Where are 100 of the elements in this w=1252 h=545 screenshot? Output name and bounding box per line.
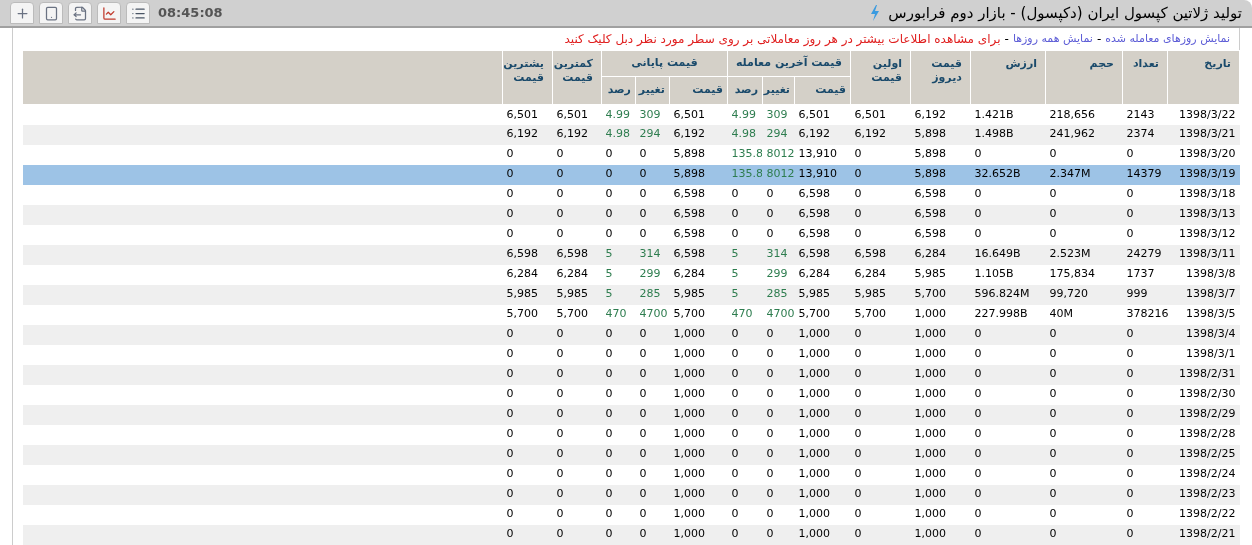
table-cell: 0 [601,324,636,345]
table-row[interactable]: 0 0 0 0 1,000 0 0 1,000 0 1,000 0 0 0 1398/2/23 [22,484,1240,505]
table-cell: 0 [1045,144,1123,165]
table-cell: 1,000 [910,504,971,525]
table-cell: 0 [601,384,636,405]
toolbar-button[interactable] [10,2,34,24]
table-cell: 4.98 [727,124,763,145]
table-cell: 5,985 [850,284,911,305]
toolbar-button[interactable] [68,2,92,24]
table-cell: 0 [502,144,553,165]
table-cell: 0 [970,344,1046,365]
table-cell: 0 [850,504,911,525]
table-cell: 0 [502,484,553,505]
table-row[interactable]: 0 0 0 0 1,000 0 0 1,000 0 1,000 0 0 0 1398/2/25 [22,444,1240,465]
table-cell: 0 [502,344,553,365]
separator-dash: - [1004,31,1009,48]
table-cell: 6,598 [794,184,851,205]
table-cell: 1,000 [669,524,728,545]
table-cell: 6,284 [910,244,971,265]
table-cell: 0 [762,444,795,465]
table-row[interactable]: 0 0 0 0 1,000 0 0 1,000 0 1,000 0 0 0 1398/2/22 [22,504,1240,525]
toolbar-button[interactable] [126,2,150,24]
column-header: کمترین قیمت [552,50,602,105]
table-cell: 1,000 [794,344,851,365]
table-cell: 0 [1122,144,1168,165]
table-cell: 0 [850,384,911,405]
table-cell: 1,000 [669,484,728,505]
table-cell: 6,284 [502,264,553,285]
filter-link[interactable]: نمایش همه روزها [1012,28,1093,50]
table-cell: 8012 [762,164,795,185]
table-row[interactable]: 0 0 0 0 1,000 0 0 1,000 0 1,000 0 0 0 1398/2/24 [22,464,1240,485]
table-cell: 6,284 [669,264,728,285]
table-cell: 13,910 [794,164,851,185]
table-cell: 0 [762,384,795,405]
table-cell: 4700 [762,304,795,325]
table-cell: 0 [762,344,795,365]
table-cell: 5,898 [669,164,728,185]
filter-link[interactable]: نمایش روزهای معامله شده [1105,28,1230,50]
table-cell: 0 [762,204,795,225]
table-cell: 0 [502,404,553,425]
table-cell: 1398/2/31 [1167,364,1240,385]
table-row[interactable]: 0 0 0 0 5,898 135.8 8012 13,910 0 5,898 0 0 0 1398/3/20 [22,144,1240,165]
table-cell: 0 [502,524,553,545]
table-row[interactable]: 5,985 5,985 5 285 5,985 5 285 5,985 5,985 5,700 596.824M 99,720 999 1398/3/7 [22,284,1240,305]
table-cell: 1,000 [794,504,851,525]
table-row[interactable]: 0 0 0 0 6,598 0 0 6,598 0 6,598 0 0 0 1398/3/18 [22,184,1240,205]
table-cell: 99,720 [1045,284,1123,305]
table-cell: 5 [727,244,763,265]
toolbar-button[interactable] [39,2,63,24]
table-cell: 0 [970,484,1046,505]
table-cell: 6,598 [669,184,728,205]
table-cell: 6,598 [910,204,971,225]
table-cell: 0 [502,164,553,185]
table-row[interactable]: 0 0 0 0 1,000 0 0 1,000 0 1,000 0 0 0 1398/2/30 [22,384,1240,405]
table-cell: 0 [850,424,911,445]
table-row[interactable]: 0 0 0 0 1,000 0 0 1,000 0 1,000 0 0 0 1398/2/31 [22,364,1240,385]
table-row[interactable]: 6,284 6,284 5 299 6,284 5 299 6,284 6,284 5,985 1.105B 175,834 1737 1398/3/8 [22,264,1240,285]
table-cell: 0 [850,224,911,245]
table-cell: 309 [762,104,795,125]
table-cell: 0 [601,484,636,505]
table-cell: 1398/2/22 [1167,504,1240,525]
table-row[interactable]: 0 0 0 0 6,598 0 0 6,598 0 6,598 0 0 0 1398/3/12 [22,224,1240,245]
table-cell: 5 [727,284,763,305]
table-cell: 6,598 [794,204,851,225]
column-group-header: قیمت پایانی [601,50,728,77]
table-row[interactable]: 6,501 6,501 4.99 309 6,501 4.99 309 6,501 6,501 6,192 1.421B 218,656 2143 1398/3/22 [22,104,1240,125]
table-cell: 0 [850,364,911,385]
toolbar-button[interactable] [97,2,121,24]
table-row[interactable]: 6,598 6,598 5 314 6,598 5 314 6,598 6,598 6,284 16.649B 2.523M 24279 1398/3/11 [22,244,1240,265]
table-row[interactable]: 0 0 0 0 1,000 0 0 1,000 0 1,000 0 0 0 1398/2/28 [22,424,1240,445]
table-cell: 294 [762,124,795,145]
table-cell: 1398/3/1 [1167,344,1240,365]
table-row[interactable]: 0 0 0 0 1,000 0 0 1,000 0 1,000 0 0 0 1398/2/29 [22,404,1240,425]
table-cell: 1,000 [669,504,728,525]
table-row[interactable]: 0 0 0 0 1,000 0 0 1,000 0 1,000 0 0 0 1398/3/1 [22,344,1240,365]
table-cell: 1,000 [669,324,728,345]
table-row[interactable]: 5,700 5,700 470 4700 5,700 470 4700 5,700 5,700 1,000 227.998B 40M 378216 1398/3/5 [22,304,1240,325]
table-cell: 0 [727,444,763,465]
table-row[interactable]: 0 0 0 0 1,000 0 0 1,000 0 1,000 0 0 0 1398/2/21 [22,524,1240,545]
table-cell: 0 [635,324,670,345]
table-cell: 6,284 [552,264,602,285]
table-cell: 0 [850,184,911,205]
table-cell: 285 [762,284,795,305]
table-cell: 5,700 [552,304,602,325]
table-row[interactable]: 0 0 0 0 1,000 0 0 1,000 0 1,000 0 0 0 1398/3/4 [22,324,1240,345]
table-cell: 0 [970,204,1046,225]
table-cell: 0 [635,344,670,365]
table-cell: 5 [727,264,763,285]
table-cell: 5,700 [669,304,728,325]
table-cell: 1,000 [794,464,851,485]
table-cell: 0 [1122,504,1168,525]
table-cell: 0 [1045,444,1123,465]
table-cell: 0 [635,404,670,425]
table-cell: 0 [1045,184,1123,205]
table-cell: 0 [1122,384,1168,405]
table-cell: 0 [601,504,636,525]
table-cell: 0 [502,324,553,345]
table-cell: 0 [601,524,636,545]
table-cell: 0 [762,484,795,505]
table-cell: 6,598 [794,224,851,245]
